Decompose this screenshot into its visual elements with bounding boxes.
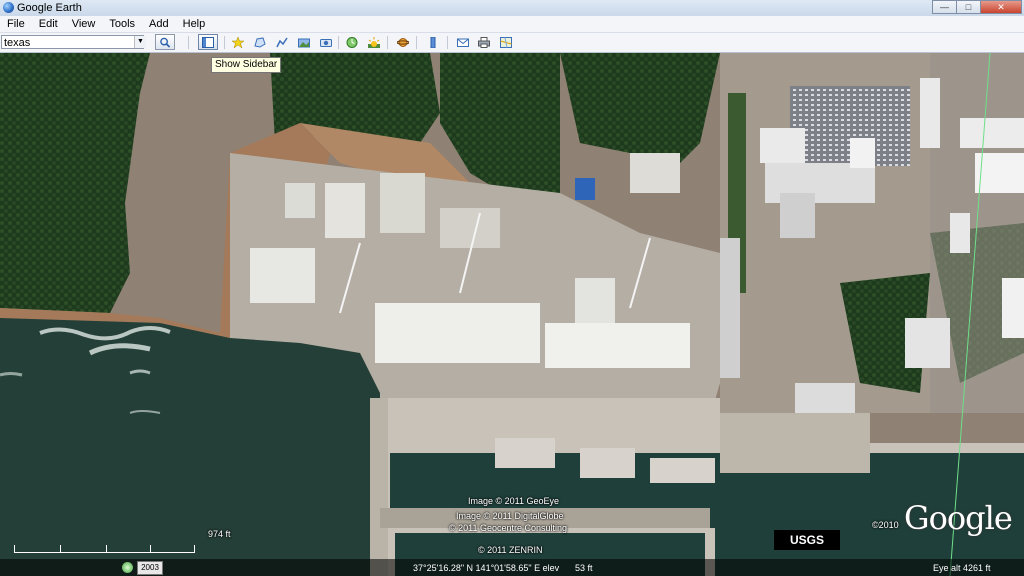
- scale-tick: [14, 545, 15, 553]
- historical-clock-icon[interactable]: [122, 562, 133, 573]
- digitalglobe-attribution: Image © 2011 DigitalGlobe: [456, 511, 564, 521]
- placemark-icon: [232, 37, 244, 48]
- record-tour-button[interactable]: [316, 34, 336, 50]
- map-icon: [500, 37, 512, 48]
- add-placemark-button[interactable]: [228, 34, 248, 50]
- toolbar: texas ▼: [0, 33, 1024, 53]
- tooltip: Show Sidebar: [211, 57, 282, 73]
- planet-icon: [397, 38, 409, 47]
- scale-tick: [106, 545, 107, 553]
- imagery-year-badge[interactable]: 2003: [137, 561, 163, 575]
- map-view[interactable]: Show Sidebar Image © 2011 GeoEye Image ©…: [0, 53, 1024, 576]
- scale-tick: [60, 545, 61, 553]
- polygon-icon: [254, 37, 266, 48]
- toolbar-separator: [447, 36, 448, 49]
- menu-add[interactable]: Add: [142, 18, 176, 30]
- email-icon: [457, 38, 469, 47]
- close-button[interactable]: ✕: [980, 0, 1022, 14]
- toolbar-separator: [224, 36, 225, 49]
- view-in-maps-button[interactable]: [496, 34, 516, 50]
- zenrin-attribution: © 2011 ZENRIN: [478, 545, 543, 555]
- ruler-button[interactable]: [423, 34, 443, 50]
- window-title: Google Earth: [17, 2, 82, 14]
- search-input[interactable]: texas: [1, 35, 144, 49]
- menu-help[interactable]: Help: [176, 18, 213, 30]
- sidebar-icon: [202, 37, 214, 48]
- geoeye-attribution: Image © 2011 GeoEye: [468, 496, 560, 506]
- print-button[interactable]: [474, 34, 494, 50]
- camera-icon: [320, 39, 332, 47]
- menu-bar: File Edit View Tools Add Help: [0, 16, 1024, 33]
- elevation-readout: 53 ft: [575, 563, 593, 573]
- search-button[interactable]: [155, 34, 175, 50]
- menu-view[interactable]: View: [65, 18, 103, 30]
- toolbar-separator: [416, 36, 417, 49]
- search-dropdown-icon[interactable]: ▼: [134, 36, 146, 48]
- image-overlay-icon: [298, 38, 310, 48]
- title-bar: Google Earth — □ ✕: [0, 0, 1024, 17]
- clock-icon: [346, 37, 358, 48]
- print-icon: [478, 37, 490, 48]
- add-image-overlay-button[interactable]: [294, 34, 314, 50]
- toolbar-separator: [338, 36, 339, 49]
- coordinates-readout: 37°25'16.28" N 141°01'58.65" E elev: [413, 563, 560, 573]
- path-icon: [276, 37, 288, 48]
- scale-tick: [150, 545, 151, 553]
- usgs-logo: USGS: [774, 530, 840, 550]
- scale-label: 974 ft: [208, 529, 231, 539]
- add-polygon-button[interactable]: [250, 34, 270, 50]
- email-button[interactable]: [453, 34, 473, 50]
- eye-altitude-readout: Eye alt 4261 ft: [933, 563, 991, 573]
- maximize-button[interactable]: □: [956, 0, 981, 14]
- sunlight-button[interactable]: [364, 34, 384, 50]
- menu-file[interactable]: File: [0, 18, 32, 30]
- google-copyright: ©2010: [872, 520, 899, 530]
- minimize-button[interactable]: —: [932, 0, 957, 14]
- scale-tick: [194, 545, 195, 553]
- google-logo: Google: [904, 499, 1013, 537]
- geocentre-attribution: © 2011 Geocentre Consulting: [449, 523, 568, 533]
- scale-bar: [14, 552, 194, 553]
- switch-planet-button[interactable]: [393, 34, 413, 50]
- ruler-icon: [430, 37, 436, 48]
- historical-imagery-button[interactable]: [342, 34, 362, 50]
- add-path-button[interactable]: [272, 34, 292, 50]
- sun-icon: [368, 37, 380, 48]
- toolbar-separator: [387, 36, 388, 49]
- menu-edit[interactable]: Edit: [32, 18, 65, 30]
- show-sidebar-button[interactable]: [198, 34, 218, 50]
- toolbar-separator: [188, 36, 189, 49]
- window-controls: — □ ✕: [932, 0, 1022, 14]
- menu-tools[interactable]: Tools: [102, 18, 142, 30]
- google-earth-icon: [3, 2, 14, 13]
- search-icon: [160, 37, 171, 48]
